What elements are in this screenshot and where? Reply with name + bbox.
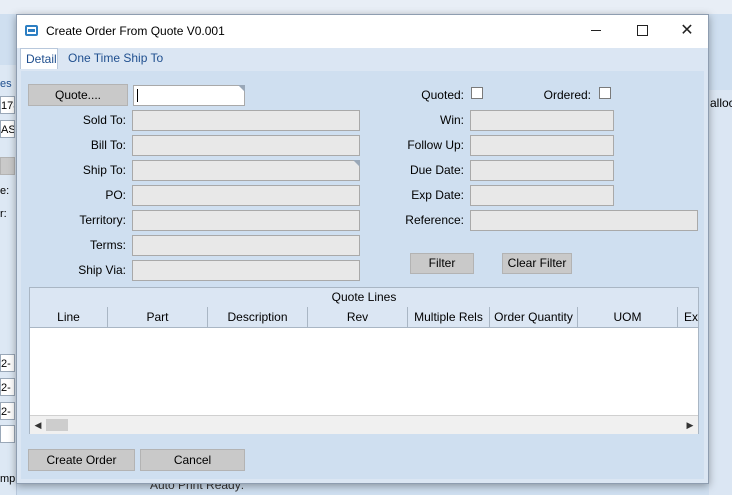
horizontal-scrollbar[interactable]: ◀ ▶: [30, 415, 698, 434]
follow-up-label: Follow Up:: [407, 138, 464, 152]
tab-detail[interactable]: Detail: [20, 48, 58, 69]
bg-fragment: 2-0: [0, 354, 15, 372]
bg-fragment: ASI: [0, 120, 15, 138]
terms-field[interactable]: [132, 235, 360, 256]
column-header-part[interactable]: Part: [108, 307, 208, 327]
bg-button: [0, 157, 15, 175]
tab-bar: Detail One Time Ship To: [17, 48, 708, 70]
filter-button[interactable]: Filter: [410, 253, 474, 274]
text-caret: [137, 89, 138, 102]
terms-label: Terms:: [90, 238, 126, 252]
ship-to-field[interactable]: [132, 160, 360, 181]
reference-label: Reference:: [405, 213, 464, 227]
bg-fragment: r:: [0, 208, 7, 220]
win-label: Win:: [440, 113, 464, 127]
sold-to-label: Sold To:: [82, 113, 126, 127]
exp-date-field[interactable]: [470, 185, 614, 206]
ship-via-field[interactable]: [132, 260, 360, 281]
grid-caption: Quote Lines: [30, 288, 698, 308]
exp-date-label: Exp Date:: [411, 188, 464, 202]
quote-button[interactable]: Quote....: [28, 84, 128, 106]
column-header-order-quantity[interactable]: Order Quantity: [490, 307, 578, 327]
maximize-icon: [636, 25, 648, 37]
po-label: PO:: [105, 188, 126, 202]
grid-header-row: Line Part Description Rev Multiple Rels …: [30, 307, 698, 328]
bill-to-label: Bill To:: [90, 138, 126, 152]
bill-to-field[interactable]: [132, 135, 360, 156]
bg-fragment: 2-0: [0, 402, 15, 420]
bg-fragment: e:: [0, 185, 10, 197]
quoted-checkbox[interactable]: [471, 87, 483, 99]
win-field[interactable]: [470, 110, 614, 131]
bg-right-text: alloc: [710, 96, 732, 110]
ship-via-label: Ship Via:: [78, 263, 126, 277]
app-window-icon: [25, 25, 38, 36]
column-header-ex[interactable]: Ex: [678, 307, 698, 327]
maximize-button[interactable]: [619, 15, 665, 47]
close-icon: ✕: [680, 22, 694, 39]
territory-label: Territory:: [79, 213, 126, 227]
bg-fragment: mp: [0, 473, 15, 485]
scroll-right-icon[interactable]: ▶: [682, 416, 698, 434]
column-header-line[interactable]: Line: [30, 307, 108, 327]
scroll-left-icon[interactable]: ◀: [30, 416, 46, 434]
clear-filter-button[interactable]: Clear Filter: [502, 253, 572, 274]
close-button[interactable]: ✕: [664, 15, 710, 47]
background-left-column: es 178 ASI e: r: 2-0 2-0 2-0 mp: [0, 65, 17, 495]
reference-field[interactable]: [470, 210, 698, 231]
follow-up-field[interactable]: [470, 135, 614, 156]
ordered-checkbox[interactable]: [599, 87, 611, 99]
column-header-uom[interactable]: UOM: [578, 307, 678, 327]
background-right-column: alloc: [709, 90, 732, 495]
column-header-description[interactable]: Description: [208, 307, 308, 327]
column-header-multiple-rels[interactable]: Multiple Rels: [408, 307, 490, 327]
quote-input[interactable]: [133, 85, 245, 106]
ordered-label: Ordered:: [543, 88, 591, 102]
quote-lines-grid[interactable]: Quote Lines Line Part Description Rev Mu…: [29, 287, 699, 434]
quoted-label: Quoted:: [421, 88, 464, 102]
column-header-rev[interactable]: Rev: [308, 307, 408, 327]
bg-fragment: es: [0, 78, 12, 90]
minimize-icon: [591, 30, 601, 32]
scrollbar-thumb[interactable]: [46, 419, 68, 431]
title-bar[interactable]: Create Order From Quote V0.001 ✕: [17, 15, 708, 48]
tab-one-time-ship-to[interactable]: One Time Ship To: [63, 48, 168, 69]
bg-fragment: [0, 425, 15, 443]
ship-to-label: Ship To:: [82, 163, 126, 177]
po-field[interactable]: [132, 185, 360, 206]
bg-fragment: 178: [0, 96, 15, 114]
territory-field[interactable]: [132, 210, 360, 231]
due-date-field[interactable]: [470, 160, 614, 181]
minimize-button[interactable]: [573, 15, 619, 47]
detail-panel: Quote.... Sold To: Bill To: Ship To: PO:…: [21, 71, 704, 479]
create-order-button[interactable]: Create Order: [28, 449, 135, 471]
due-date-label: Due Date:: [409, 163, 464, 177]
create-order-dialog: Create Order From Quote V0.001 ✕ Detail …: [16, 14, 709, 484]
dialog-title: Create Order From Quote V0.001: [46, 24, 225, 38]
background-top-strip: [0, 0, 732, 14]
bg-fragment: 2-0: [0, 378, 15, 396]
cancel-button[interactable]: Cancel: [140, 449, 245, 471]
sold-to-field[interactable]: [132, 110, 360, 131]
